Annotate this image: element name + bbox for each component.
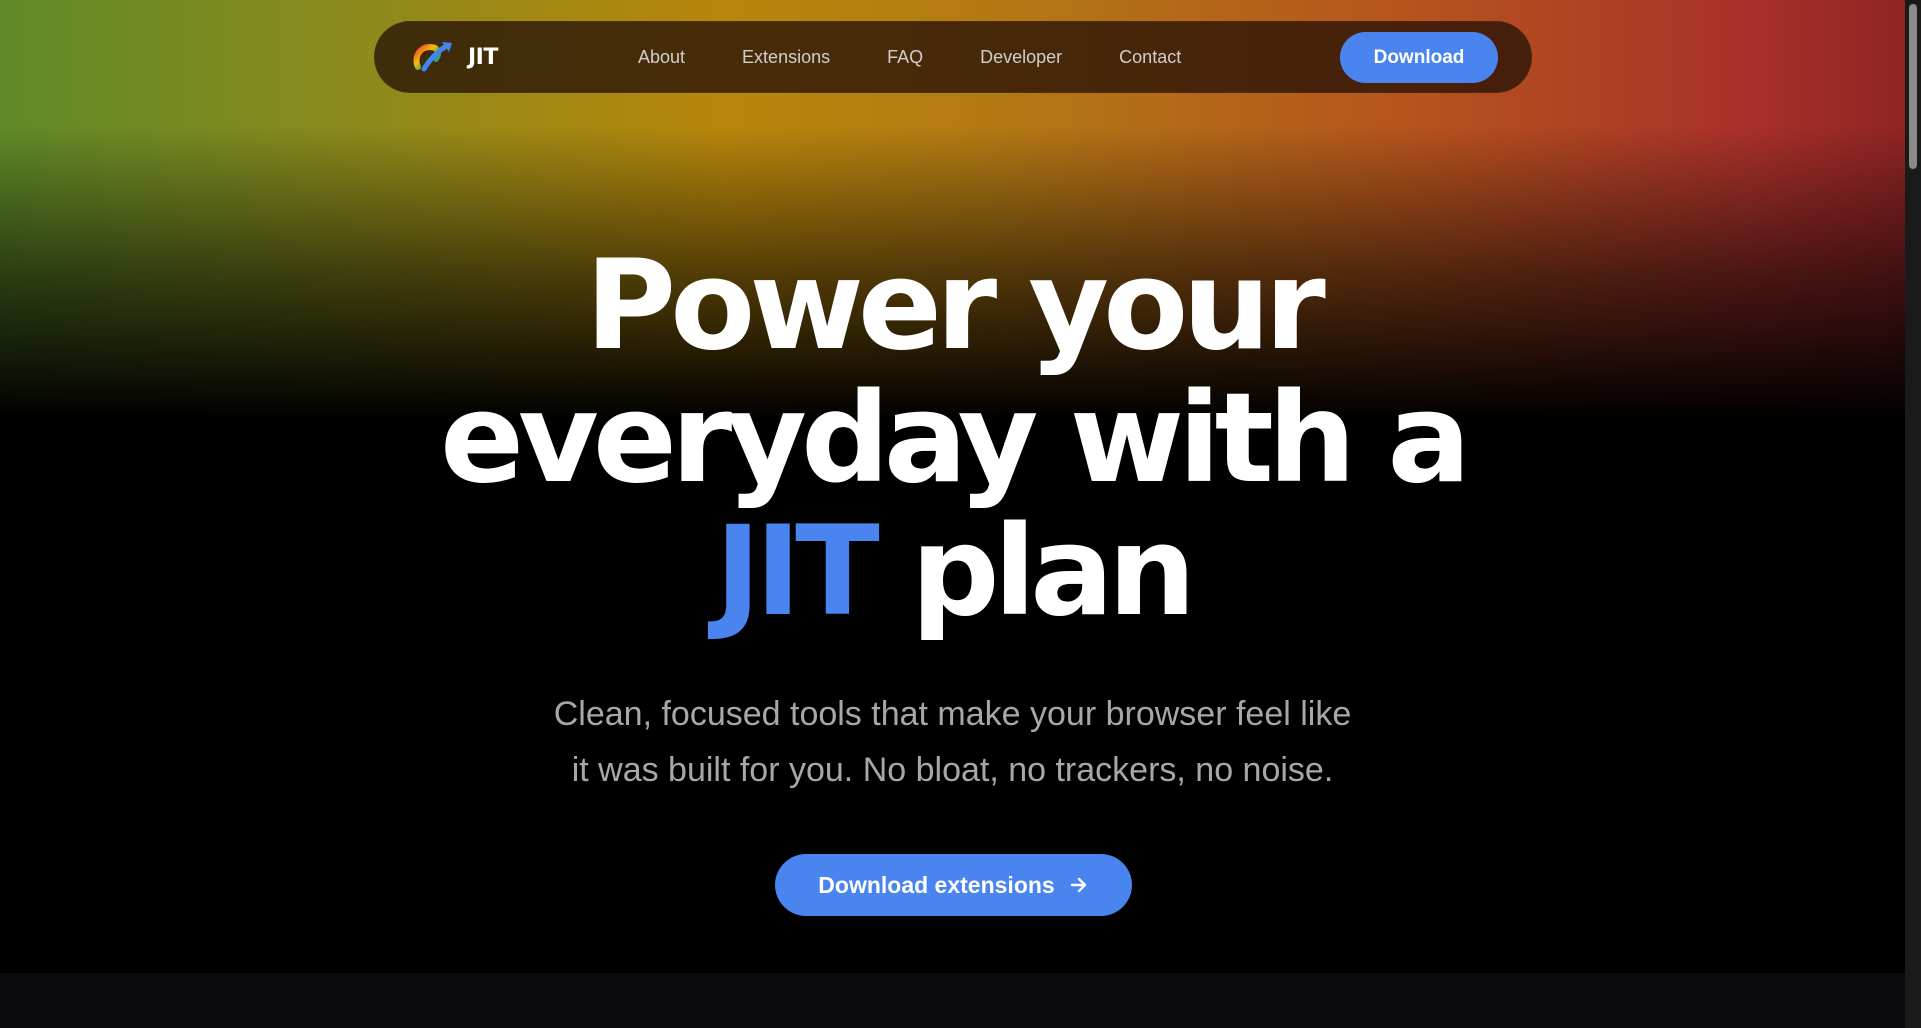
nav-links: About Extensions FAQ Developer Contact <box>638 21 1238 93</box>
vertical-scrollbar[interactable] <box>1905 0 1921 1028</box>
nav-link-contact[interactable]: Contact <box>1119 47 1181 68</box>
arrow-right-icon <box>1070 877 1086 893</box>
nav-download-button[interactable]: Download <box>1340 32 1498 83</box>
hero-subtitle: Clean, focused tools that make your brow… <box>0 686 1905 798</box>
gradient-arrow-logo-icon <box>413 42 452 72</box>
top-navigation-bar: JIT About Extensions FAQ Developer Conta… <box>374 21 1532 93</box>
nav-link-about[interactable]: About <box>638 47 685 68</box>
scrollbar-thumb[interactable] <box>1909 4 1917 169</box>
hero-subtitle-line-2: it was built for you. No bloat, no track… <box>571 751 1334 789</box>
brand-home-link[interactable]: JIT <box>410 35 498 79</box>
nav-link-developer[interactable]: Developer <box>980 47 1062 68</box>
hero-title-accent: JIT <box>714 500 880 644</box>
hero-title-line-3: plan <box>910 500 1196 644</box>
hero-subtitle-line-1: Clean, focused tools that make your brow… <box>553 695 1352 733</box>
download-extensions-label: Download extensions <box>818 871 1055 898</box>
next-section-band <box>0 973 1905 1028</box>
brand-name: JIT <box>468 44 498 70</box>
hero-title-line-1: Power your <box>585 234 1325 378</box>
nav-link-extensions[interactable]: Extensions <box>742 47 830 68</box>
hero-title-line-2: everyday with a <box>439 367 1471 511</box>
download-extensions-button[interactable]: Download extensions <box>775 854 1132 916</box>
nav-link-faq[interactable]: FAQ <box>887 47 923 68</box>
hero-title: Power your everyday with a JIT plan <box>0 240 1905 639</box>
landing-page: JIT About Extensions FAQ Developer Conta… <box>0 0 1921 1028</box>
